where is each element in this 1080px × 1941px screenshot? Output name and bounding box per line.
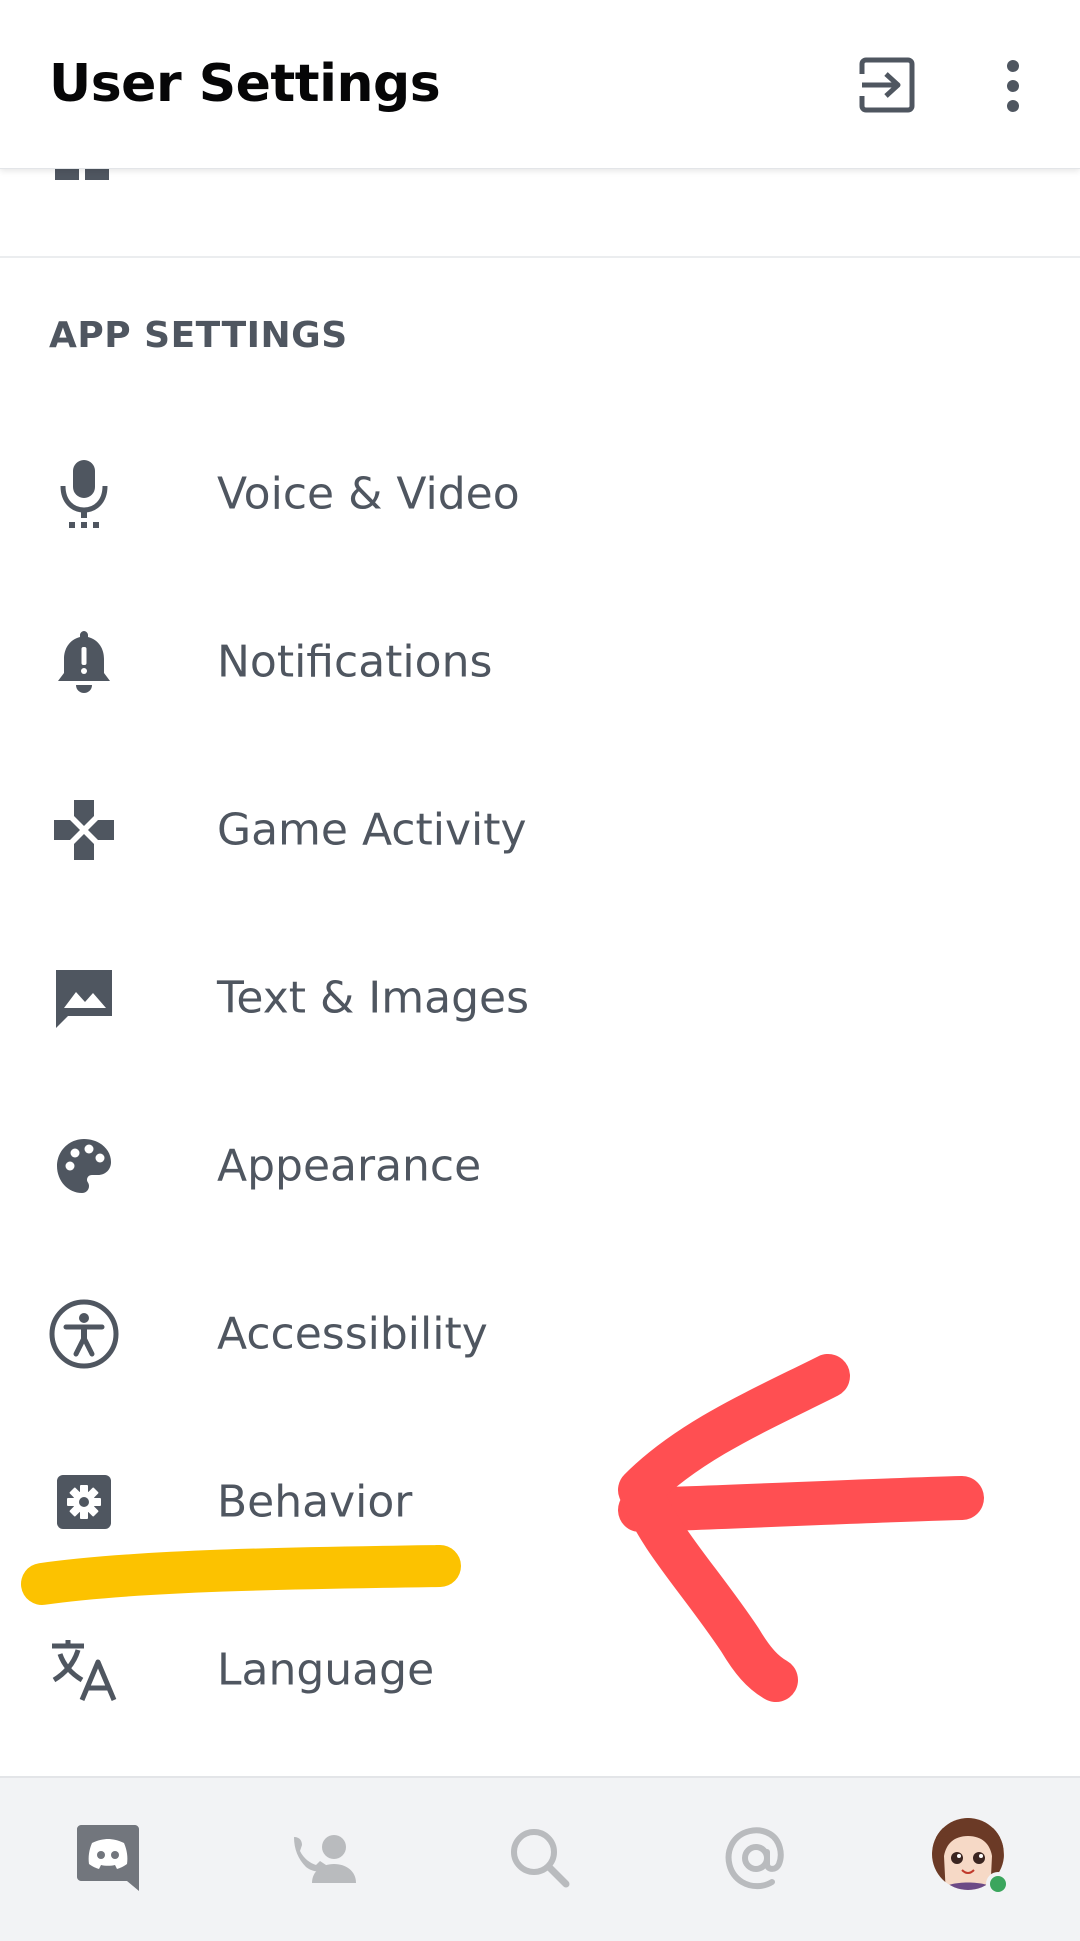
- image-message-icon: [56, 970, 112, 1028]
- app-header: User Settings: [0, 0, 1080, 169]
- menu-item-label: Language: [217, 1644, 435, 1696]
- nav-profile-button[interactable]: [917, 1808, 1027, 1908]
- section-divider: [0, 256, 1080, 258]
- nav-home-button[interactable]: [53, 1808, 163, 1908]
- menu-item-appearance[interactable]: Appearance: [0, 1082, 1080, 1250]
- bell-icon: [58, 631, 110, 693]
- more-vertical-icon: [1007, 60, 1019, 112]
- scrolled-out-row: [0, 168, 1080, 208]
- menu-item-game-activity[interactable]: Game Activity: [0, 746, 1080, 914]
- discord-home-icon: [77, 1825, 139, 1891]
- accessibility-icon: [49, 1299, 119, 1369]
- menu-item-behavior[interactable]: Behavior: [0, 1418, 1080, 1586]
- menu-item-text-images[interactable]: Text & Images: [0, 914, 1080, 1082]
- menu-item-label: Game Activity: [217, 804, 527, 856]
- gear-icon: [57, 1475, 111, 1529]
- palette-icon: [57, 1139, 111, 1193]
- translate-icon: [52, 1640, 117, 1701]
- bottom-nav: [0, 1776, 1080, 1941]
- menu-item-notifications[interactable]: Notifications: [0, 578, 1080, 746]
- menu-item-language[interactable]: Language: [0, 1586, 1080, 1754]
- menu-item-voice-video[interactable]: Voice & Video: [0, 410, 1080, 578]
- grid-icon: [55, 168, 109, 180]
- friends-icon: [294, 1835, 356, 1883]
- nav-friends-button[interactable]: [270, 1808, 380, 1908]
- nav-mentions-button[interactable]: [701, 1808, 811, 1908]
- page-title: User Settings: [49, 54, 441, 114]
- logout-icon: [858, 57, 915, 113]
- menu-item-label: Notifications: [217, 636, 493, 688]
- menu-item-accessibility[interactable]: Accessibility: [0, 1250, 1080, 1418]
- menu-item-label: Behavior: [217, 1476, 413, 1528]
- mentions-icon: [725, 1827, 784, 1890]
- logout-button[interactable]: [848, 46, 928, 126]
- menu-item-label: Appearance: [217, 1140, 482, 1192]
- more-options-button[interactable]: [973, 46, 1053, 126]
- microphone-icon: [60, 460, 108, 528]
- menu-item-label: Text & Images: [217, 972, 529, 1024]
- menu-item-label: Voice & Video: [217, 468, 520, 520]
- nav-search-button[interactable]: [485, 1808, 595, 1908]
- section-title: APP SETTINGS: [49, 315, 348, 356]
- online-status-dot: [990, 1876, 1006, 1892]
- avatar-icon: [932, 1818, 1010, 1896]
- gamepad-icon: [54, 800, 114, 860]
- menu-item-label: Accessibility: [217, 1308, 488, 1360]
- search-icon: [511, 1829, 570, 1888]
